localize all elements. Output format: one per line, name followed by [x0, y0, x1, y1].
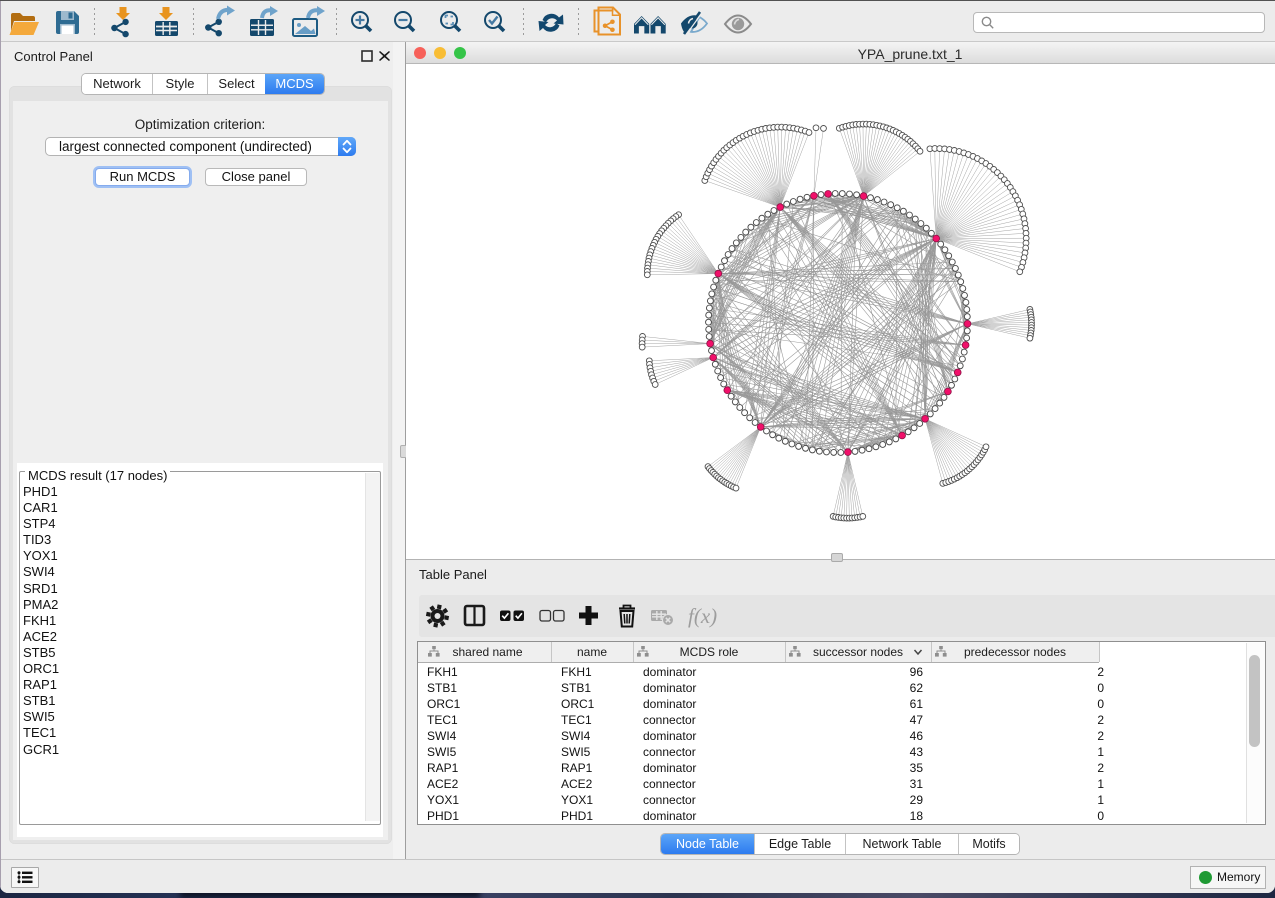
- svg-text:f(x): f(x): [688, 604, 717, 628]
